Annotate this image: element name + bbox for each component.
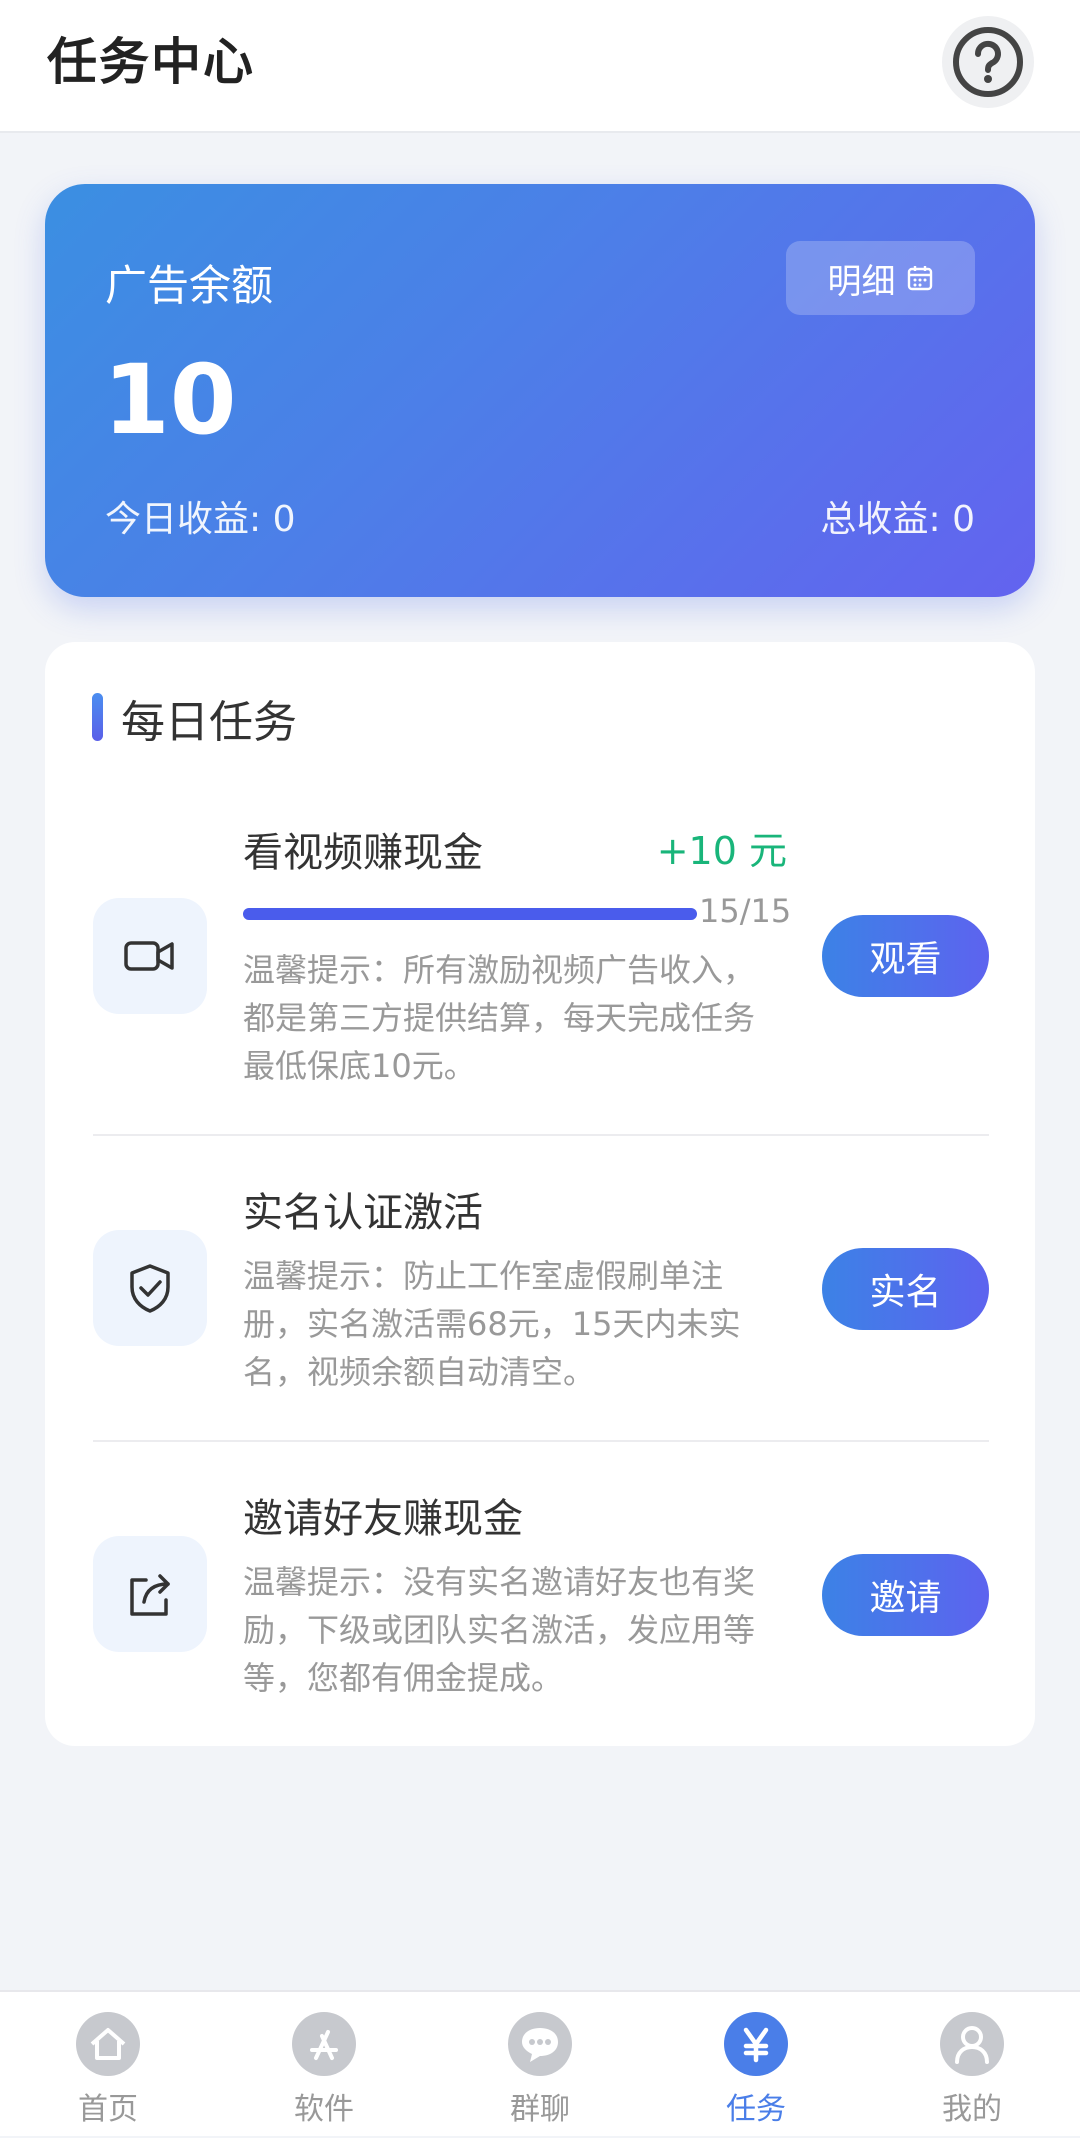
watch-button[interactable]: 观看	[822, 915, 989, 997]
help-button[interactable]	[942, 16, 1034, 108]
divider	[93, 1440, 989, 1442]
home-icon	[76, 2012, 140, 2076]
tab-home[interactable]: 首页	[0, 1992, 216, 2138]
task-reward: +10 元	[656, 829, 787, 873]
tab-group-chat[interactable]: 群聊	[432, 1992, 648, 2138]
progress-fill	[243, 908, 697, 920]
tab-label: 我的	[942, 2092, 1002, 2127]
top-bar: 任务中心	[0, 0, 1080, 133]
app-store-icon	[292, 2012, 356, 2076]
tab-label: 首页	[78, 2092, 138, 2127]
tab-tasks[interactable]: 任务	[648, 1992, 864, 2138]
task-name: 看视频赚现金	[243, 830, 483, 876]
invite-button[interactable]: 邀请	[822, 1554, 989, 1636]
today-earnings: 今日收益: 0	[105, 499, 296, 540]
task-description: 温馨提示：防止工作室虚假刷单注册，实名激活需68元，15天内未实名，视频余额自动…	[243, 1257, 741, 1391]
tab-profile[interactable]: 我的	[864, 1992, 1080, 2138]
page-title: 任务中心	[47, 33, 255, 91]
bottom-tab-bar: 首页 软件 群聊 任务 我的	[0, 1990, 1080, 2136]
verify-button[interactable]: 实名	[822, 1248, 989, 1330]
task-icon-box	[93, 898, 207, 1014]
balance-value: 10	[103, 344, 237, 456]
video-camera-icon	[124, 941, 174, 971]
task-name: 实名认证激活	[243, 1190, 483, 1236]
tab-label: 群聊	[510, 2092, 570, 2127]
share-icon	[130, 1574, 170, 1616]
task-description: 温馨提示：没有实名邀请好友也有奖励，下级或团队实名激活，发应用等等，您都有佣金提…	[243, 1563, 756, 1697]
detail-button[interactable]: 明细	[786, 241, 975, 315]
task-icon-box	[93, 1536, 207, 1652]
total-earnings: 总收益: 0	[820, 499, 975, 540]
tab-label: 任务	[726, 2092, 786, 2127]
tab-software[interactable]: 软件	[216, 1992, 432, 2138]
detail-label: 明细	[827, 261, 896, 302]
daily-tasks-card: 每日任务 看视频赚现金 +10 元 15/15 温馨提示：所有激励视频广告收入，…	[45, 642, 1035, 1746]
shield-check-icon	[130, 1264, 170, 1313]
yen-icon	[724, 2012, 788, 2076]
task-description: 温馨提示：所有激励视频广告收入，都是第三方提供结算，每天完成任务最低保底10元。	[243, 951, 756, 1085]
tab-label: 软件	[294, 2092, 354, 2127]
section-title: 每日任务	[121, 697, 297, 748]
progress-bar	[243, 908, 697, 920]
section-accent-bar	[92, 693, 103, 741]
chat-icon	[508, 2012, 572, 2076]
progress-text: 15/15	[699, 892, 792, 930]
divider	[93, 1134, 989, 1136]
calendar-icon	[907, 266, 932, 291]
balance-label: 广告余额	[105, 261, 274, 310]
question-circle-icon	[953, 27, 1023, 97]
task-name: 邀请好友赚现金	[243, 1496, 523, 1542]
task-icon-box	[93, 1230, 207, 1346]
user-icon	[940, 2012, 1004, 2076]
balance-card: 广告余额 明细 10 今日收益: 0 总收益: 0	[45, 184, 1035, 597]
